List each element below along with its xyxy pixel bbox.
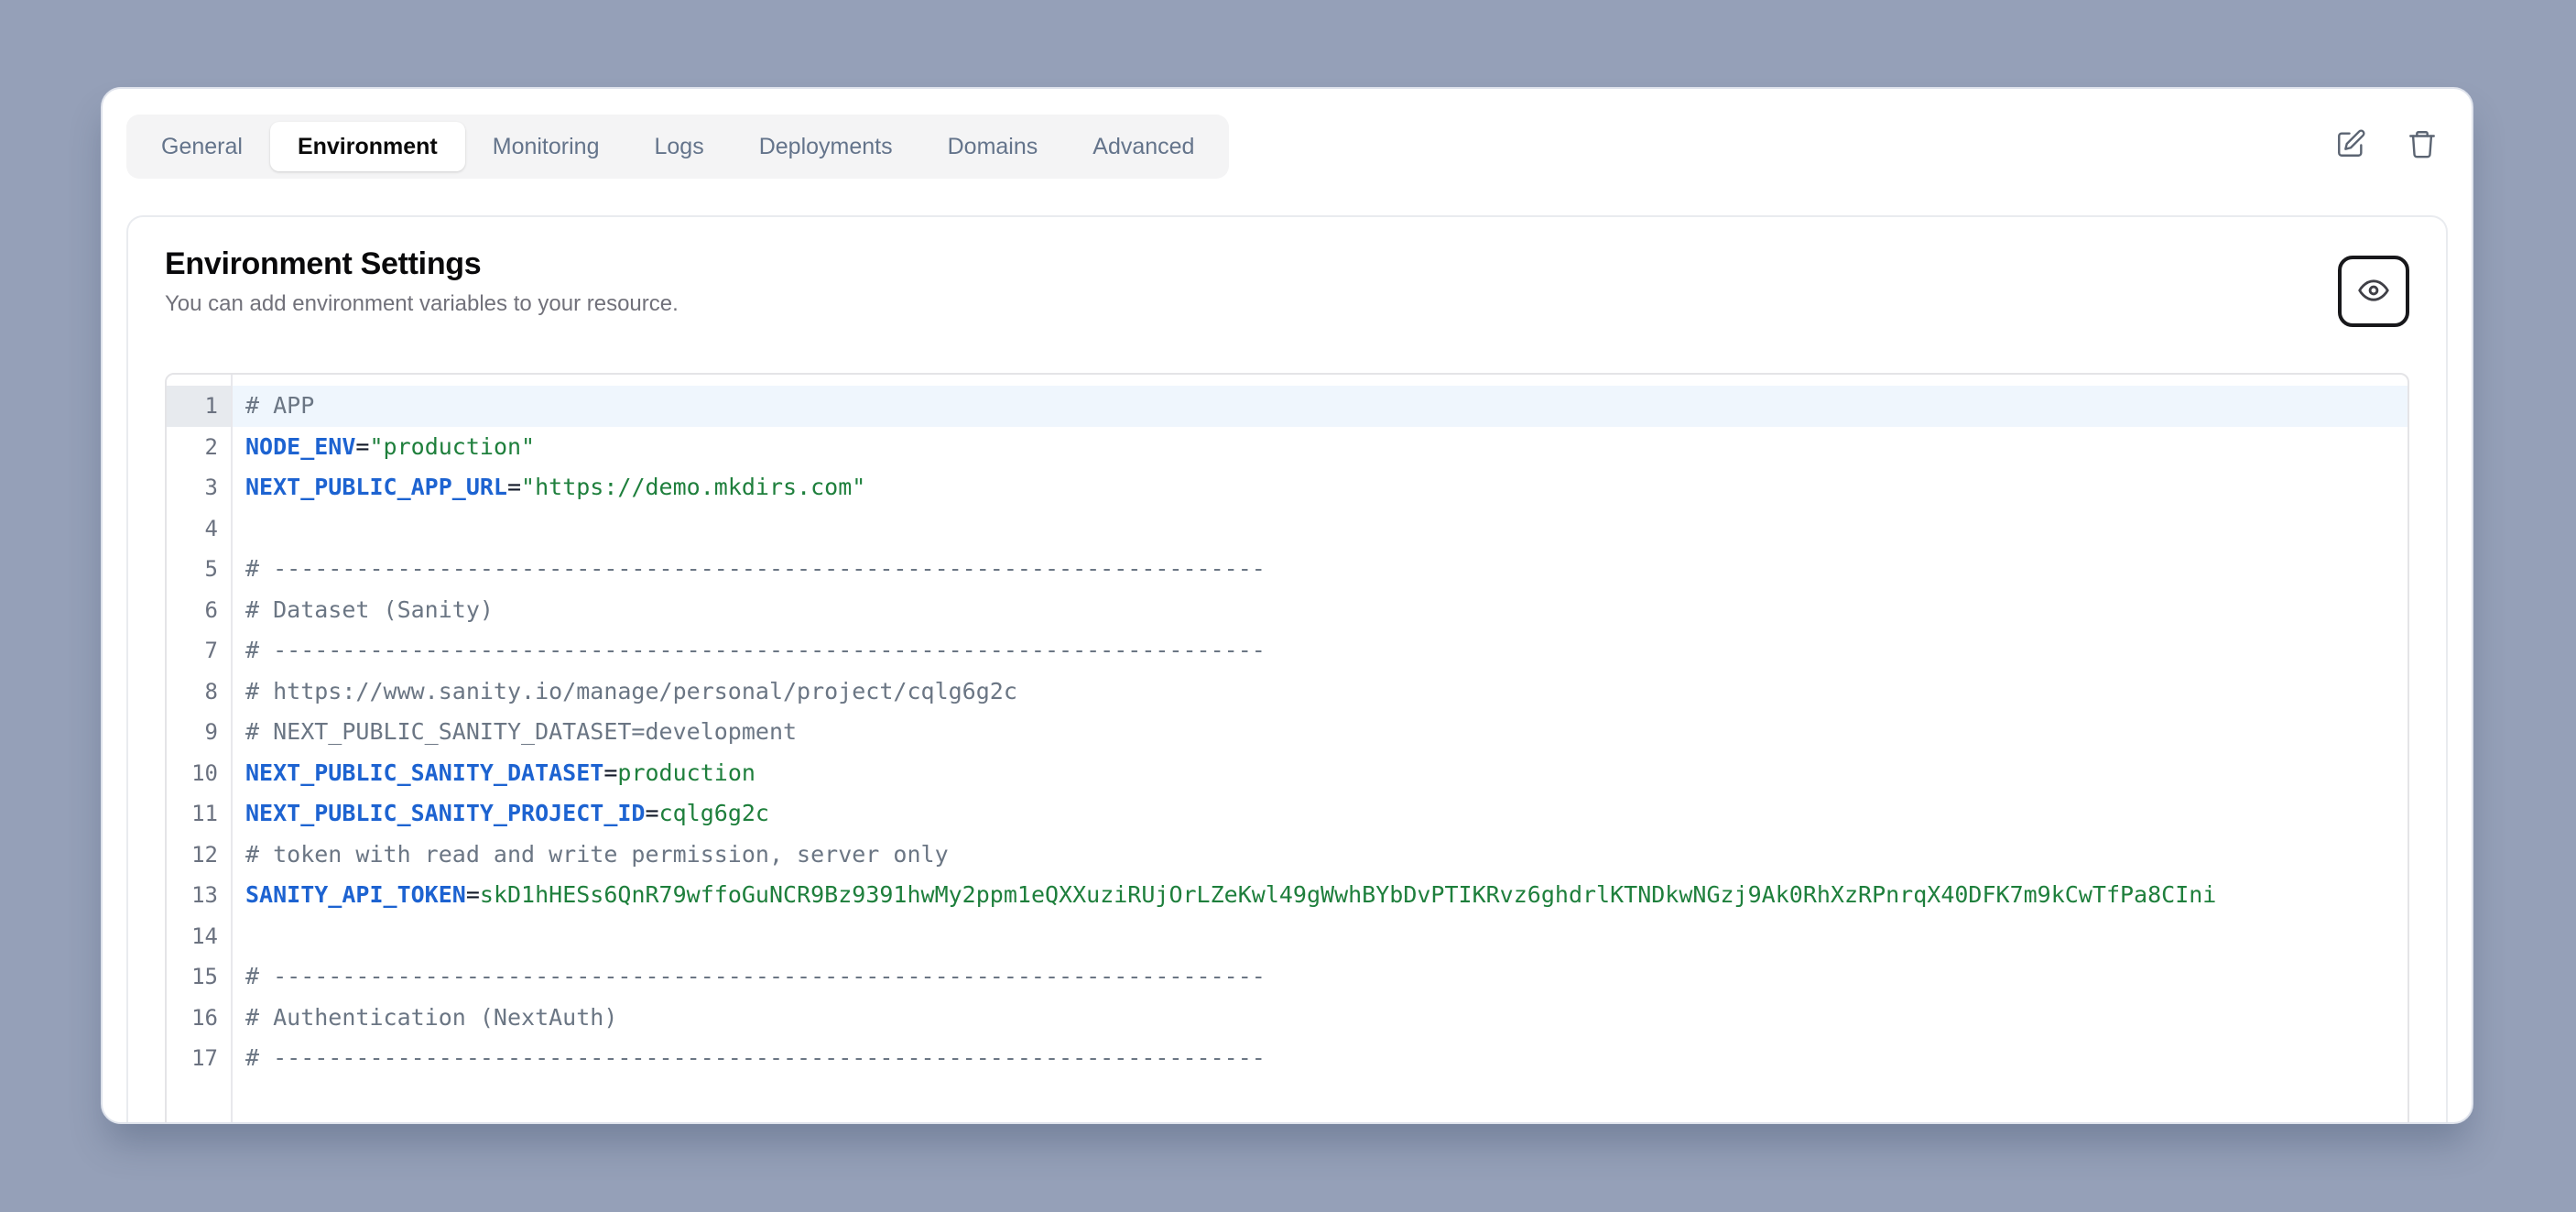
line-number: 3 <box>167 467 231 508</box>
code-token-val: cqlg6g2c <box>659 800 769 826</box>
code-line[interactable]: # Authentication (NextAuth) <box>233 998 2408 1039</box>
eye-icon <box>2357 274 2390 310</box>
line-number: 5 <box>167 549 231 590</box>
code-line[interactable] <box>233 916 2408 957</box>
code-token-eq: = <box>603 759 617 786</box>
line-number: 6 <box>167 590 231 631</box>
line-number: 9 <box>167 712 231 753</box>
code-token-comment: # --------------------------------------… <box>245 1044 1266 1071</box>
line-number: 4 <box>167 508 231 550</box>
page-subtitle: You can add environment variables to you… <box>165 291 2409 318</box>
line-number: 14 <box>167 916 231 957</box>
code-line[interactable]: SANITY_API_TOKEN=skD1hHESs6QnR79wffoGuNC… <box>233 875 2408 916</box>
code-token-comment: # APP <box>245 392 314 419</box>
delete-resource-button[interactable] <box>2397 118 2448 169</box>
tab-logs[interactable]: Logs <box>626 122 731 171</box>
code-token-key: NEXT_PUBLIC_SANITY_PROJECT_ID <box>245 800 646 826</box>
line-number: 15 <box>167 956 231 998</box>
code-token-comment: # Authentication (NextAuth) <box>245 1004 617 1031</box>
code-token-comment: # NEXT_PUBLIC_SANITY_DATASET=development <box>245 718 797 745</box>
code-token-comment: # Dataset (Sanity) <box>245 596 494 623</box>
code-line[interactable] <box>233 508 2408 550</box>
tab-domains[interactable]: Domains <box>920 122 1066 171</box>
code-token-str: "https://demo.mkdirs.com" <box>521 474 865 500</box>
line-number: 8 <box>167 672 231 713</box>
line-number: 12 <box>167 835 231 876</box>
code-token-str: "production" <box>369 433 535 460</box>
code-line[interactable]: # Dataset (Sanity) <box>233 590 2408 631</box>
code-token-key: SANITY_API_TOKEN <box>245 881 466 908</box>
code-token-eq: = <box>466 881 480 908</box>
code-token-comment: # token with read and write permission, … <box>245 841 949 868</box>
toggle-visibility-button[interactable] <box>2338 256 2409 327</box>
code-token-key: NEXT_PUBLIC_SANITY_DATASET <box>245 759 603 786</box>
code-content[interactable]: # APPNODE_ENV="production"NEXT_PUBLIC_AP… <box>233 375 2408 1122</box>
code-token-comment: # --------------------------------------… <box>245 555 1266 582</box>
line-number: 2 <box>167 427 231 468</box>
code-line[interactable]: # token with read and write permission, … <box>233 835 2408 876</box>
page-title: Environment Settings <box>165 246 2409 282</box>
line-number: 1 <box>167 386 231 427</box>
env-code-editor[interactable]: 1234567891011121314151617 # APPNODE_ENV=… <box>165 373 2409 1122</box>
code-line[interactable]: # NEXT_PUBLIC_SANITY_DATASET=development <box>233 712 2408 753</box>
code-token-val: production <box>617 759 755 786</box>
line-number: 13 <box>167 875 231 916</box>
code-line[interactable]: # APP <box>233 386 2408 427</box>
edit-icon <box>2335 128 2366 159</box>
code-line[interactable]: # --------------------------------------… <box>233 549 2408 590</box>
line-number: 11 <box>167 793 231 835</box>
code-line[interactable]: # https://www.sanity.io/manage/personal/… <box>233 672 2408 713</box>
code-line[interactable]: NEXT_PUBLIC_APP_URL="https://demo.mkdirs… <box>233 467 2408 508</box>
tab-environment[interactable]: Environment <box>270 122 465 171</box>
tab-general[interactable]: General <box>134 122 270 171</box>
code-token-key: NODE_ENV <box>245 433 355 460</box>
panel-header: Environment Settings You can add environ… <box>165 246 2409 347</box>
code-token-eq: = <box>507 474 521 500</box>
code-line[interactable]: NODE_ENV="production" <box>233 427 2408 468</box>
edit-resource-button[interactable] <box>2325 118 2376 169</box>
code-line[interactable]: NEXT_PUBLIC_SANITY_DATASET=production <box>233 753 2408 794</box>
code-token-eq: = <box>355 433 369 460</box>
code-token-eq: = <box>646 800 659 826</box>
environment-settings-panel: Environment Settings You can add environ… <box>126 215 2448 1122</box>
line-number-gutter: 1234567891011121314151617 <box>167 375 233 1122</box>
tab-monitoring[interactable]: Monitoring <box>465 122 627 171</box>
code-token-comment: # --------------------------------------… <box>245 963 1266 989</box>
tab-advanced[interactable]: Advanced <box>1065 122 1222 171</box>
tab-deployments[interactable]: Deployments <box>732 122 920 171</box>
header-actions <box>2325 118 2448 169</box>
code-token-comment: # --------------------------------------… <box>245 637 1266 663</box>
settings-window: GeneralEnvironmentMonitoringLogsDeployme… <box>101 87 2473 1124</box>
line-number: 17 <box>167 1038 231 1079</box>
line-number: 10 <box>167 753 231 794</box>
code-token-val: skD1hHESs6QnR79wffoGuNCR9Bz9391hwMy2ppm1… <box>480 881 2216 908</box>
line-number: 16 <box>167 998 231 1039</box>
window-header: GeneralEnvironmentMonitoringLogsDeployme… <box>126 115 2448 179</box>
trash-icon <box>2407 128 2438 159</box>
tab-list: GeneralEnvironmentMonitoringLogsDeployme… <box>126 115 1229 179</box>
code-line[interactable]: NEXT_PUBLIC_SANITY_PROJECT_ID=cqlg6g2c <box>233 793 2408 835</box>
line-number: 7 <box>167 630 231 672</box>
code-line[interactable]: # --------------------------------------… <box>233 1038 2408 1079</box>
code-line[interactable]: # --------------------------------------… <box>233 630 2408 672</box>
code-token-comment: # https://www.sanity.io/manage/personal/… <box>245 678 1017 704</box>
code-line[interactable]: # --------------------------------------… <box>233 956 2408 998</box>
code-token-key: NEXT_PUBLIC_APP_URL <box>245 474 507 500</box>
